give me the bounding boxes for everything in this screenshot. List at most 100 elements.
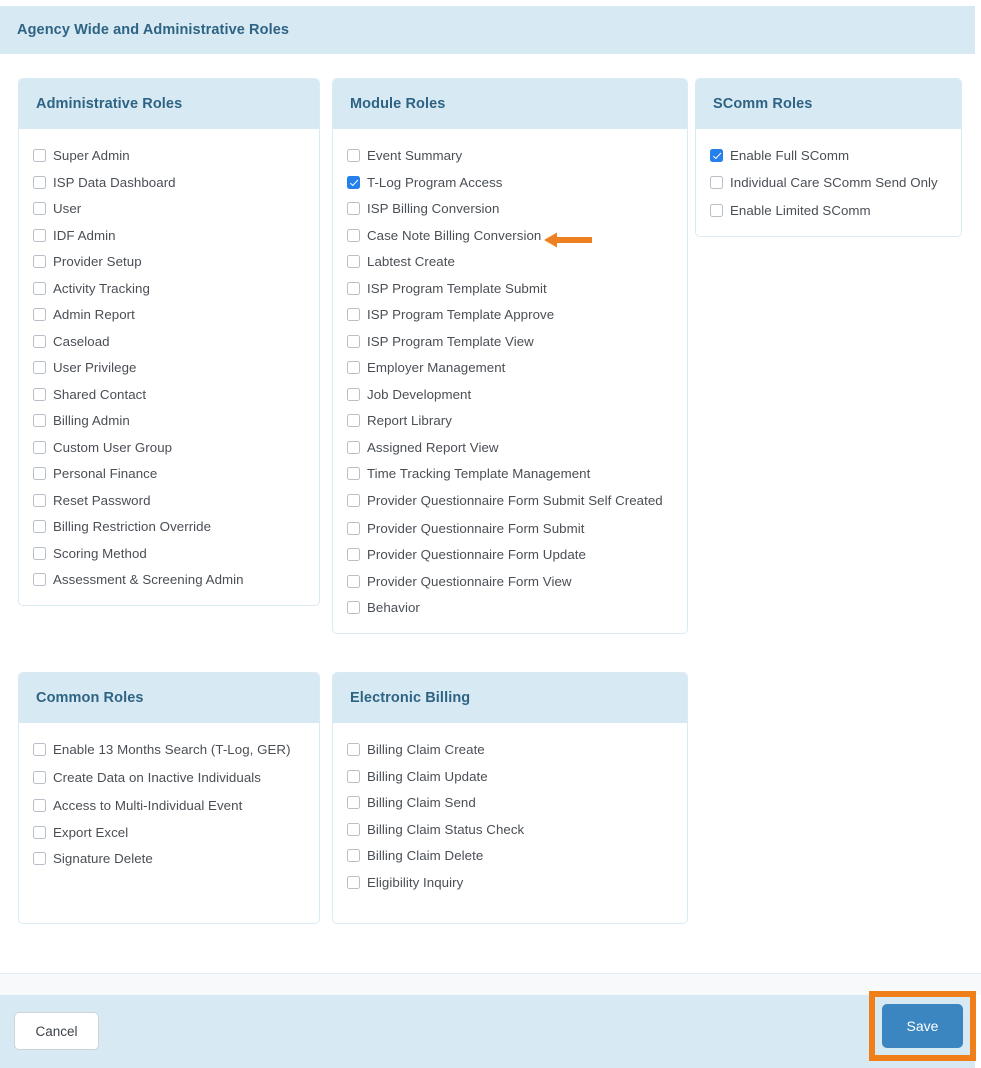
checkbox-unchecked-icon[interactable] (33, 467, 46, 480)
checkbox-row[interactable]: Billing Claim Send (347, 794, 673, 812)
checkbox-row[interactable]: Activity Tracking (33, 280, 305, 298)
checkbox-row[interactable]: Provider Setup (33, 253, 305, 271)
checkbox-unchecked-icon[interactable] (33, 255, 46, 268)
checkbox-unchecked-icon[interactable] (33, 308, 46, 321)
checkbox-unchecked-icon[interactable] (347, 822, 360, 836)
checkbox-row[interactable]: Admin Report (33, 306, 305, 324)
checkbox-unchecked-icon[interactable] (33, 546, 46, 560)
checkbox-row[interactable]: Access to Multi-Individual Event (33, 797, 305, 815)
checkbox-unchecked-icon[interactable] (33, 799, 46, 812)
checkbox-checked-icon[interactable] (347, 175, 360, 189)
checkbox-unchecked-icon[interactable] (347, 574, 360, 588)
checkbox-row[interactable]: Export Excel (33, 824, 305, 842)
checkbox-unchecked-icon[interactable] (347, 255, 360, 268)
checkbox-row[interactable]: Assessment & Screening Admin (33, 571, 305, 589)
checkbox-unchecked-icon[interactable] (33, 149, 46, 162)
checkbox-unchecked-icon[interactable] (347, 440, 360, 454)
checkbox-row[interactable]: Reset Password (33, 492, 305, 510)
checkbox-unchecked-icon[interactable] (33, 334, 46, 348)
checkbox-unchecked-icon[interactable] (347, 467, 360, 480)
checkbox-unchecked-icon[interactable] (33, 825, 46, 839)
checkbox-unchecked-icon[interactable] (347, 334, 360, 348)
checkbox-row[interactable]: T-Log Program Access (347, 174, 673, 192)
checkbox-unchecked-icon[interactable] (347, 548, 360, 561)
checkbox-unchecked-icon[interactable] (347, 743, 360, 756)
checkbox-unchecked-icon[interactable] (33, 414, 46, 427)
checkbox-row[interactable]: ISP Program Template Approve (347, 306, 673, 324)
checkbox-unchecked-icon[interactable] (33, 771, 46, 784)
checkbox-row[interactable]: Behavior (347, 599, 673, 617)
checkbox-unchecked-icon[interactable] (33, 175, 46, 189)
checkbox-unchecked-icon[interactable] (33, 852, 46, 865)
checkbox-row[interactable]: Billing Claim Create (347, 741, 673, 759)
checkbox-row[interactable]: Billing Admin (33, 412, 305, 430)
checkbox-checked-icon[interactable] (710, 149, 723, 162)
checkbox-unchecked-icon[interactable] (33, 520, 46, 533)
cancel-button[interactable]: Cancel (14, 1012, 99, 1050)
checkbox-row[interactable]: ISP Program Template View (347, 333, 673, 351)
checkbox-row[interactable]: Billing Claim Update (347, 768, 673, 786)
checkbox-row[interactable]: Billing Claim Status Check (347, 821, 673, 839)
checkbox-unchecked-icon[interactable] (347, 281, 360, 295)
checkbox-unchecked-icon[interactable] (347, 769, 360, 783)
checkbox-row[interactable]: ISP Billing Conversion (347, 200, 673, 218)
checkbox-row[interactable]: Enable Limited SComm (710, 202, 947, 220)
checkbox-row[interactable]: Event Summary (347, 147, 673, 165)
checkbox-unchecked-icon[interactable] (347, 521, 360, 535)
checkbox-row[interactable]: Shared Contact (33, 386, 305, 404)
checkbox-row[interactable]: Provider Questionnaire Form Submit Self … (347, 492, 673, 510)
checkbox-unchecked-icon[interactable] (33, 743, 46, 756)
checkbox-row[interactable]: IDF Admin (33, 227, 305, 245)
checkbox-row[interactable]: Employer Management (347, 359, 673, 377)
checkbox-row[interactable]: User (33, 200, 305, 218)
checkbox-row[interactable]: Eligibility Inquiry (347, 874, 673, 892)
checkbox-row[interactable]: Billing Claim Delete (347, 847, 673, 865)
checkbox-unchecked-icon[interactable] (33, 493, 46, 507)
checkbox-row[interactable]: Enable Full SComm (710, 147, 947, 165)
checkbox-unchecked-icon[interactable] (33, 281, 46, 295)
checkbox-row[interactable]: Case Note Billing Conversion (347, 227, 673, 245)
save-button[interactable]: Save (882, 1004, 963, 1048)
checkbox-row[interactable]: Individual Care SComm Send Only (710, 174, 947, 192)
checkbox-row[interactable]: Personal Finance (33, 465, 305, 483)
checkbox-row[interactable]: ISP Program Template Submit (347, 280, 673, 298)
checkbox-row[interactable]: Scoring Method (33, 545, 305, 563)
checkbox-row[interactable]: Time Tracking Template Management (347, 465, 673, 483)
checkbox-unchecked-icon[interactable] (347, 308, 360, 321)
checkbox-row[interactable]: Provider Questionnaire Form View (347, 573, 673, 591)
checkbox-unchecked-icon[interactable] (347, 601, 360, 614)
checkbox-row[interactable]: Provider Questionnaire Form Update (347, 546, 673, 564)
checkbox-row[interactable]: Super Admin (33, 147, 305, 165)
checkbox-row[interactable]: Signature Delete (33, 850, 305, 868)
checkbox-unchecked-icon[interactable] (347, 875, 360, 889)
checkbox-unchecked-icon[interactable] (347, 387, 360, 401)
checkbox-unchecked-icon[interactable] (33, 573, 46, 586)
checkbox-row[interactable]: Create Data on Inactive Individuals (33, 769, 305, 787)
checkbox-unchecked-icon[interactable] (33, 440, 46, 454)
checkbox-row[interactable]: Billing Restriction Override (33, 518, 305, 536)
checkbox-unchecked-icon[interactable] (33, 228, 46, 242)
checkbox-row[interactable]: User Privilege (33, 359, 305, 377)
checkbox-unchecked-icon[interactable] (347, 796, 360, 809)
checkbox-unchecked-icon[interactable] (347, 361, 360, 374)
checkbox-row[interactable]: Enable 13 Months Search (T-Log, GER) (33, 741, 305, 759)
checkbox-unchecked-icon[interactable] (710, 175, 723, 189)
checkbox-unchecked-icon[interactable] (710, 203, 723, 217)
checkbox-row[interactable]: ISP Data Dashboard (33, 174, 305, 192)
checkbox-unchecked-icon[interactable] (33, 387, 46, 401)
checkbox-row[interactable]: Assigned Report View (347, 439, 673, 457)
checkbox-row[interactable]: Job Development (347, 386, 673, 404)
checkbox-row[interactable]: Caseload (33, 333, 305, 351)
checkbox-unchecked-icon[interactable] (347, 228, 360, 242)
checkbox-row[interactable]: Custom User Group (33, 439, 305, 457)
checkbox-unchecked-icon[interactable] (347, 202, 360, 215)
checkbox-unchecked-icon[interactable] (347, 149, 360, 162)
checkbox-unchecked-icon[interactable] (347, 414, 360, 427)
checkbox-unchecked-icon[interactable] (347, 849, 360, 862)
checkbox-row[interactable]: Report Library (347, 412, 673, 430)
checkbox-unchecked-icon[interactable] (33, 202, 46, 215)
checkbox-row[interactable]: Labtest Create (347, 253, 673, 271)
checkbox-unchecked-icon[interactable] (33, 361, 46, 374)
checkbox-row[interactable]: Provider Questionnaire Form Submit (347, 520, 673, 538)
checkbox-unchecked-icon[interactable] (347, 493, 360, 507)
